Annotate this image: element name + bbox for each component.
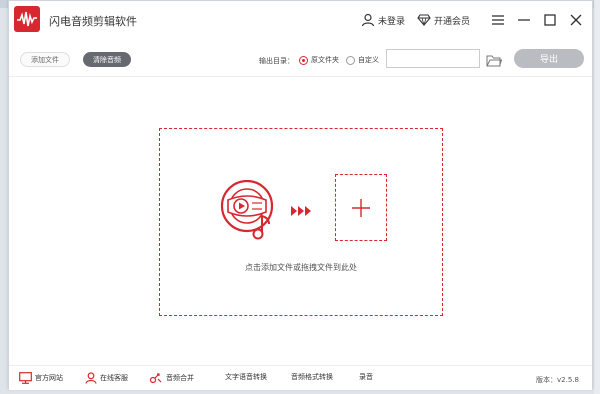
- export-button[interactable]: 导出: [514, 49, 584, 68]
- audio-video-icon: [219, 179, 277, 244]
- official-website-label: 官方网站: [35, 374, 63, 382]
- triple-arrow-icon: [291, 202, 311, 221]
- vip-label: 开通会员: [433, 16, 470, 27]
- menu-button[interactable]: [488, 10, 508, 30]
- radio-unselected-indicator: [346, 55, 355, 65]
- maximize-icon: [544, 14, 556, 26]
- recording-label: 录音: [359, 373, 373, 381]
- radio-custom-folder[interactable]: 自定义: [346, 55, 379, 65]
- online-service-label: 在线客服: [100, 374, 128, 382]
- text-to-speech-label: 文字语音转换: [225, 373, 267, 381]
- app-logo-icon: [14, 6, 40, 32]
- drop-zone-hint: 点击添加文件或拖拽文件到此处: [245, 263, 357, 272]
- title-bar: 闪电音频剪辑软件 未登录 开通会员: [9, 1, 592, 39]
- folder-icon: [486, 55, 503, 67]
- diamond-icon: [417, 14, 431, 26]
- online-service-link[interactable]: 在线客服: [85, 372, 128, 384]
- maximize-button[interactable]: [540, 10, 560, 30]
- text-to-speech-link[interactable]: 文字语音转换: [225, 372, 267, 382]
- recording-link[interactable]: 录音: [359, 372, 373, 382]
- add-audio-box[interactable]: [335, 174, 387, 241]
- vip-button[interactable]: 开通会员: [417, 14, 470, 27]
- monitor-icon: [19, 372, 32, 384]
- output-dir-label: 输出目录：: [259, 57, 294, 65]
- app-window: 闪电音频剪辑软件 未登录 开通会员 添加文件 清除音频 输出目录： 原文件夹 自…: [8, 0, 593, 390]
- radio-selected-indicator: [299, 55, 308, 65]
- close-icon: [570, 14, 582, 26]
- audio-merge-label: 音频合并: [166, 374, 194, 382]
- audio-format-convert-label: 音频格式转换: [291, 373, 333, 381]
- close-button[interactable]: [566, 10, 586, 30]
- user-service-icon: [85, 372, 97, 384]
- user-icon: [361, 13, 375, 27]
- file-drop-zone[interactable]: 点击添加文件或拖拽文件到此处: [159, 128, 443, 316]
- output-path-input[interactable]: [386, 49, 480, 68]
- radio-original-folder[interactable]: 原文件夹: [299, 55, 339, 65]
- title-bar-actions: 未登录 开通会员: [361, 9, 586, 31]
- app-title: 闪电音频剪辑软件: [49, 15, 137, 28]
- radio-original-label: 原文件夹: [311, 56, 339, 64]
- version-info: 版本：v2.5.8: [536, 375, 579, 385]
- minimize-icon: [518, 19, 530, 21]
- toolbar: 添加文件 清除音频 输出目录： 原文件夹 自定义 导出: [9, 39, 592, 77]
- desktop-right-edge: [594, 0, 600, 394]
- merge-icon: [149, 373, 162, 384]
- login-label: 未登录: [377, 16, 405, 27]
- plus-icon: [352, 198, 370, 217]
- footer-bar: 官方网站 在线客服 音频合并 文字语音转换 音频格式转换 录音 版本：v2.5.…: [9, 365, 592, 390]
- browse-folder-button[interactable]: [486, 52, 503, 67]
- add-file-button[interactable]: 添加文件: [20, 52, 70, 67]
- radio-custom-label: 自定义: [358, 56, 379, 64]
- audio-format-convert-link[interactable]: 音频格式转换: [291, 372, 333, 382]
- login-button[interactable]: 未登录: [361, 13, 405, 27]
- minimize-button[interactable]: [514, 10, 534, 30]
- official-website-link[interactable]: 官方网站: [19, 372, 63, 384]
- version-value: v2.5.8: [557, 376, 579, 384]
- menu-icon: [492, 15, 504, 25]
- clear-audio-button[interactable]: 清除音频: [83, 52, 131, 67]
- version-label: 版本：: [536, 376, 558, 384]
- audio-merge-link[interactable]: 音频合并: [149, 372, 194, 384]
